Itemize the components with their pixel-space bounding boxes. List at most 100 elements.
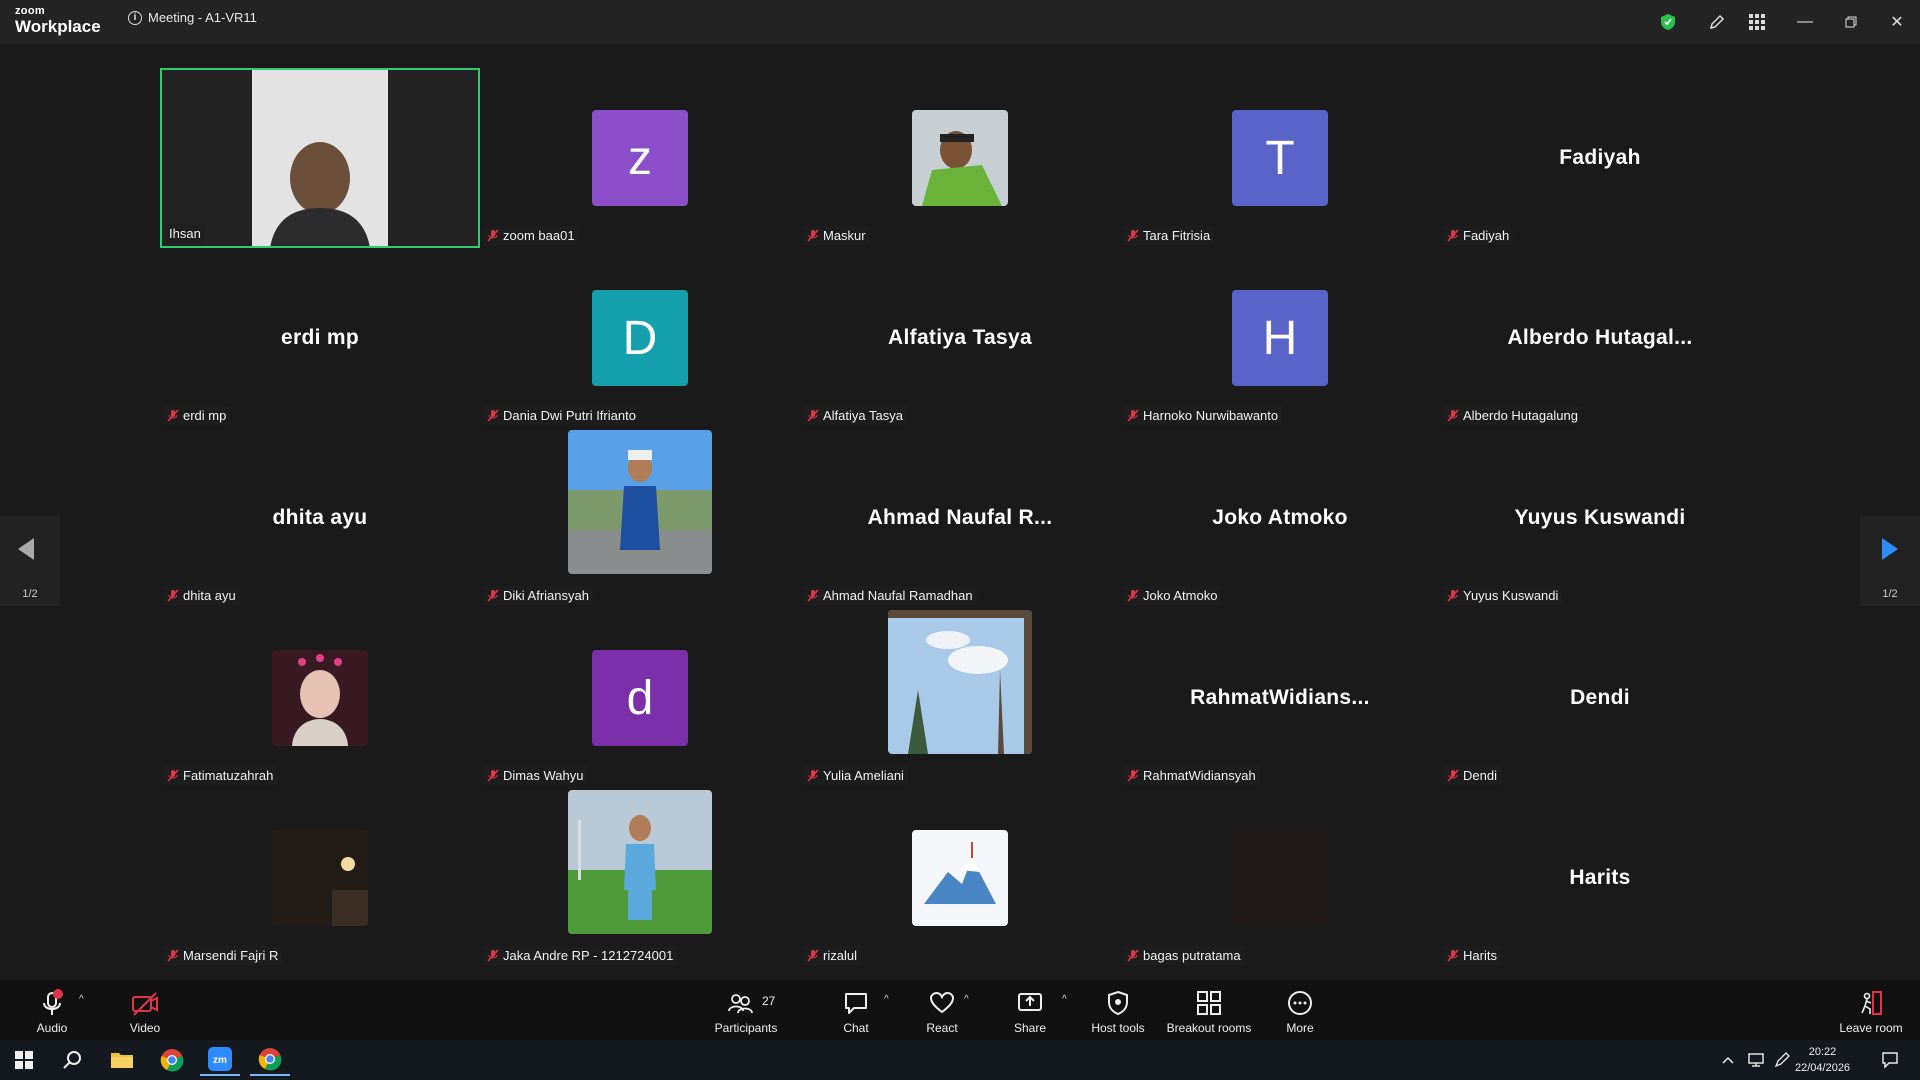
share-options-chevron-icon[interactable]: ^: [1062, 994, 1067, 1005]
title-bar: zoom Workplace i Meeting - A1-VR11 — ✕: [0, 0, 1920, 44]
participant-name: Yulia Ameliani: [823, 768, 904, 783]
logo-line1: zoom: [15, 5, 45, 17]
participant-tile[interactable]: Alfatiya Tasya Alfatiya Tasya: [800, 248, 1120, 428]
restore-button[interactable]: [1828, 0, 1874, 44]
participant-name-chip: Alfatiya Tasya: [803, 406, 907, 425]
participant-tile[interactable]: Yuyus Kuswandi Yuyus Kuswandi: [1440, 428, 1760, 608]
profile-photo: [568, 790, 712, 934]
chrome-window-icon[interactable]: [250, 1044, 290, 1076]
participant-display-name: Alfatiya Tasya: [888, 326, 1032, 349]
participant-tile[interactable]: Harits Harits: [1440, 788, 1760, 968]
zoom-app-icon[interactable]: zm: [200, 1044, 240, 1076]
next-page-button[interactable]: 1/2: [1860, 516, 1920, 606]
mic-muted-icon: [167, 949, 179, 962]
close-button[interactable]: ✕: [1874, 0, 1920, 44]
participant-name-chip: Diki Afriansyah: [483, 586, 593, 605]
mic-muted-icon: [487, 229, 499, 242]
show-hidden-icons-chevron-icon[interactable]: [1714, 1044, 1742, 1076]
host-tools-button[interactable]: Host tools: [1088, 980, 1148, 1040]
system-clock[interactable]: 20:22 22/04/2026: [1795, 1044, 1850, 1076]
network-icon[interactable]: [1742, 1044, 1770, 1076]
participant-tile[interactable]: Alberdo Hutagal... Alberdo Hutagalung: [1440, 248, 1760, 428]
mic-muted-icon: [807, 589, 819, 602]
avatar-letter: d: [626, 671, 654, 725]
participant-tile[interactable]: z zoom baa01: [480, 68, 800, 248]
participant-name: Diki Afriansyah: [503, 588, 589, 603]
svg-text:zm: zm: [213, 1055, 227, 1066]
participant-tile[interactable]: Fatimatuzahrah: [160, 608, 480, 788]
more-dots-icon: [1288, 991, 1312, 1015]
file-explorer-icon[interactable]: [102, 1044, 142, 1076]
participant-name: zoom baa01: [503, 228, 575, 243]
participant-name-chip: Maskur: [803, 226, 870, 245]
participant-tile[interactable]: bagas putratama: [1120, 788, 1440, 968]
avatar: d: [592, 650, 688, 746]
leave-room-button[interactable]: Leave room: [1836, 980, 1906, 1040]
react-options-chevron-icon[interactable]: ^: [964, 994, 969, 1005]
participants-label: Participants: [714, 1021, 778, 1035]
heart-icon: [929, 991, 955, 1014]
avatar: z: [592, 110, 688, 206]
more-button[interactable]: More: [1280, 980, 1320, 1040]
participant-tile[interactable]: Joko Atmoko Joko Atmoko: [1120, 428, 1440, 608]
react-button[interactable]: React: [920, 980, 964, 1040]
participant-tile[interactable]: rizalul: [800, 788, 1120, 968]
participant-tile[interactable]: d Dimas Wahyu: [480, 608, 800, 788]
participant-tile[interactable]: Yulia Ameliani: [800, 608, 1120, 788]
profile-photo: [272, 650, 368, 746]
share-button[interactable]: Share: [1010, 980, 1050, 1040]
mic-muted-icon: [487, 949, 499, 962]
participant-tile[interactable]: Jaka Andre RP - 1212724001: [480, 788, 800, 968]
mic-muted-icon: [167, 769, 179, 782]
more-label: More: [1286, 1021, 1314, 1035]
participant-name: Harnoko Nurwibawanto: [1143, 408, 1279, 423]
participant-tile[interactable]: Ahmad Naufal R... Ahmad Naufal Ramadhan: [800, 428, 1120, 608]
mic-muted-icon: [1447, 769, 1459, 782]
pen-icon[interactable]: [1768, 1044, 1796, 1076]
audio-button[interactable]: Audio: [30, 980, 74, 1040]
mic-muted-icon: [807, 949, 819, 962]
participant-tile[interactable]: Dendi Dendi: [1440, 608, 1760, 788]
participant-tile[interactable]: Maskur: [800, 68, 1120, 248]
participant-tile[interactable]: H Harnoko Nurwibawanto: [1120, 248, 1440, 428]
prev-page-button[interactable]: 1/2: [0, 516, 60, 606]
apps-grid-icon[interactable]: [1742, 8, 1772, 36]
audio-options-chevron-icon[interactable]: ^: [79, 994, 84, 1005]
info-icon[interactable]: i: [128, 10, 142, 25]
encryption-shield-icon[interactable]: [1658, 8, 1678, 36]
chat-options-chevron-icon[interactable]: ^: [884, 994, 889, 1005]
participant-tile[interactable]: dhita ayu dhita ayu: [160, 428, 480, 608]
breakout-rooms-button[interactable]: Breakout rooms: [1164, 980, 1254, 1040]
minimize-button[interactable]: —: [1782, 0, 1828, 44]
pencil-icon[interactable]: [1702, 8, 1732, 36]
meeting-info[interactable]: i Meeting - A1-VR11: [128, 10, 257, 25]
participant-video: [162, 70, 478, 246]
chat-button[interactable]: Chat: [836, 980, 876, 1040]
participant-tile[interactable]: Ihsan: [160, 68, 480, 248]
participant-tile[interactable]: erdi mp erdi mp: [160, 248, 480, 428]
participant-name-chip: dhita ayu: [163, 586, 240, 605]
participant-name-chip: Dendi: [1443, 766, 1501, 785]
chrome-icon[interactable]: [152, 1044, 192, 1076]
search-icon[interactable]: [52, 1044, 92, 1076]
participant-name-chip: RahmatWidiansyah: [1123, 766, 1260, 785]
chat-label: Chat: [843, 1021, 869, 1035]
participant-tile[interactable]: T Tara Fitrisia: [1120, 68, 1440, 248]
zoom-logo: zoom Workplace: [15, 5, 101, 36]
participant-tile[interactable]: D Dania Dwi Putri Ifrianto: [480, 248, 800, 428]
participant-tile[interactable]: Fadiyah Fadiyah: [1440, 68, 1760, 248]
mic-muted-icon: [487, 409, 499, 422]
participant-name-chip: Harits: [1443, 946, 1501, 965]
video-button[interactable]: Video: [120, 980, 170, 1040]
meeting-toolbar: Audio ^ Video Participants 27 Chat ^ Rea…: [0, 980, 1920, 1040]
participant-tile[interactable]: RahmatWidians... RahmatWidiansyah: [1120, 608, 1440, 788]
video-label: Video: [129, 1021, 161, 1035]
notifications-icon[interactable]: [1870, 1044, 1910, 1076]
participants-button[interactable]: Participants: [710, 980, 782, 1040]
participant-tile[interactable]: Diki Afriansyah: [480, 428, 800, 608]
participant-name: Dendi: [1463, 768, 1497, 783]
participants-icon: [728, 994, 753, 1014]
windows-start-icon[interactable]: [4, 1044, 44, 1076]
participant-tile[interactable]: Marsendi Fajri R: [160, 788, 480, 968]
leave-room-icon: [1861, 991, 1882, 1015]
